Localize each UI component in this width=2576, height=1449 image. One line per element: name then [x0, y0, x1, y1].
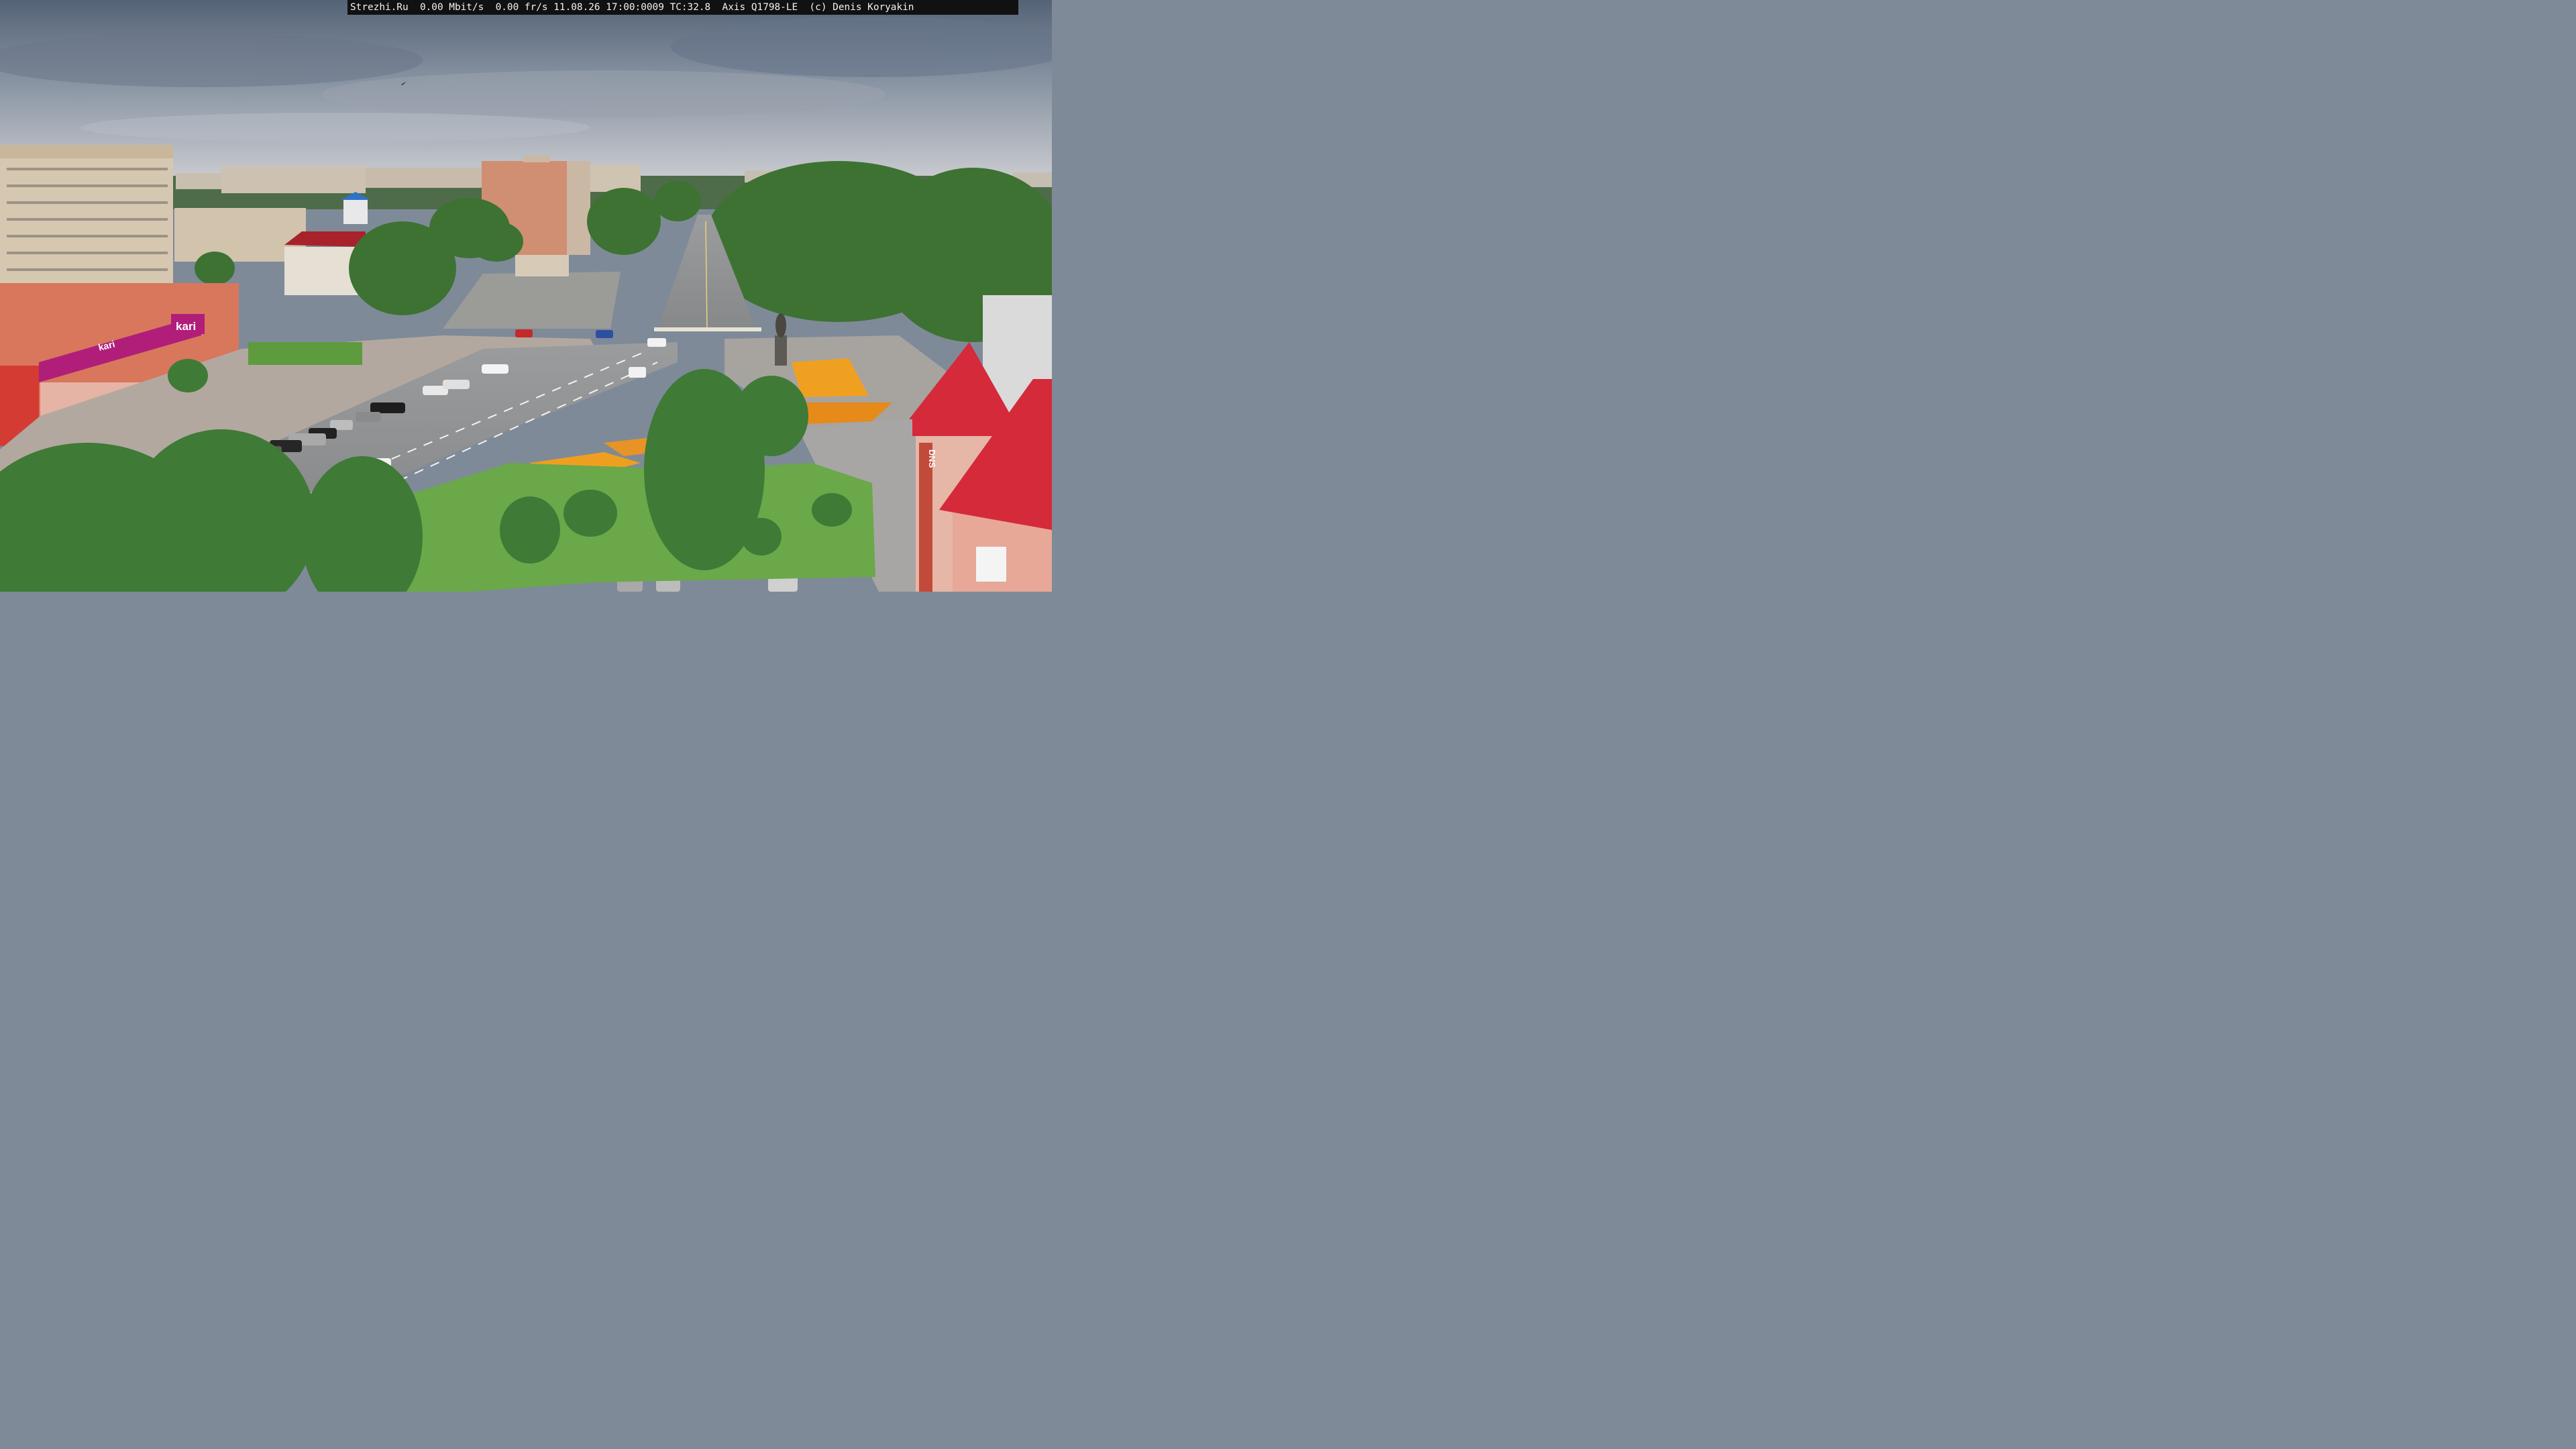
overlay-tc: TC:32.8: [669, 2, 711, 13]
overlay-bitrate: 0.00 Mbit/s: [419, 2, 484, 13]
overlay-camera: Axis Q1798-LE: [722, 2, 798, 13]
dns-sign: DNS: [927, 449, 937, 468]
camera-overlay-bar: Strezhi.Ru 0.00 Mbit/s 0.00 fr/s 11.08.2…: [347, 0, 1018, 15]
overlay-site: Strezhi.Ru: [350, 2, 409, 13]
small-pavilion: [515, 255, 569, 276]
overlay-copyright: (c) Denis Koryakin: [809, 2, 914, 13]
monument: [775, 313, 787, 366]
crosswalk: [654, 327, 761, 331]
overlay-framerate: 0.00 fr/s: [495, 2, 548, 13]
foreground-lawn: [402, 463, 875, 592]
upper-plaza: [443, 272, 621, 329]
overlay-datetime: 11.08.26 17:00:0009: [553, 2, 664, 13]
kari-sign-main: kari: [176, 320, 196, 333]
webcam-scene: kari kari DNS: [0, 0, 1052, 592]
lawn-left: [248, 342, 362, 365]
